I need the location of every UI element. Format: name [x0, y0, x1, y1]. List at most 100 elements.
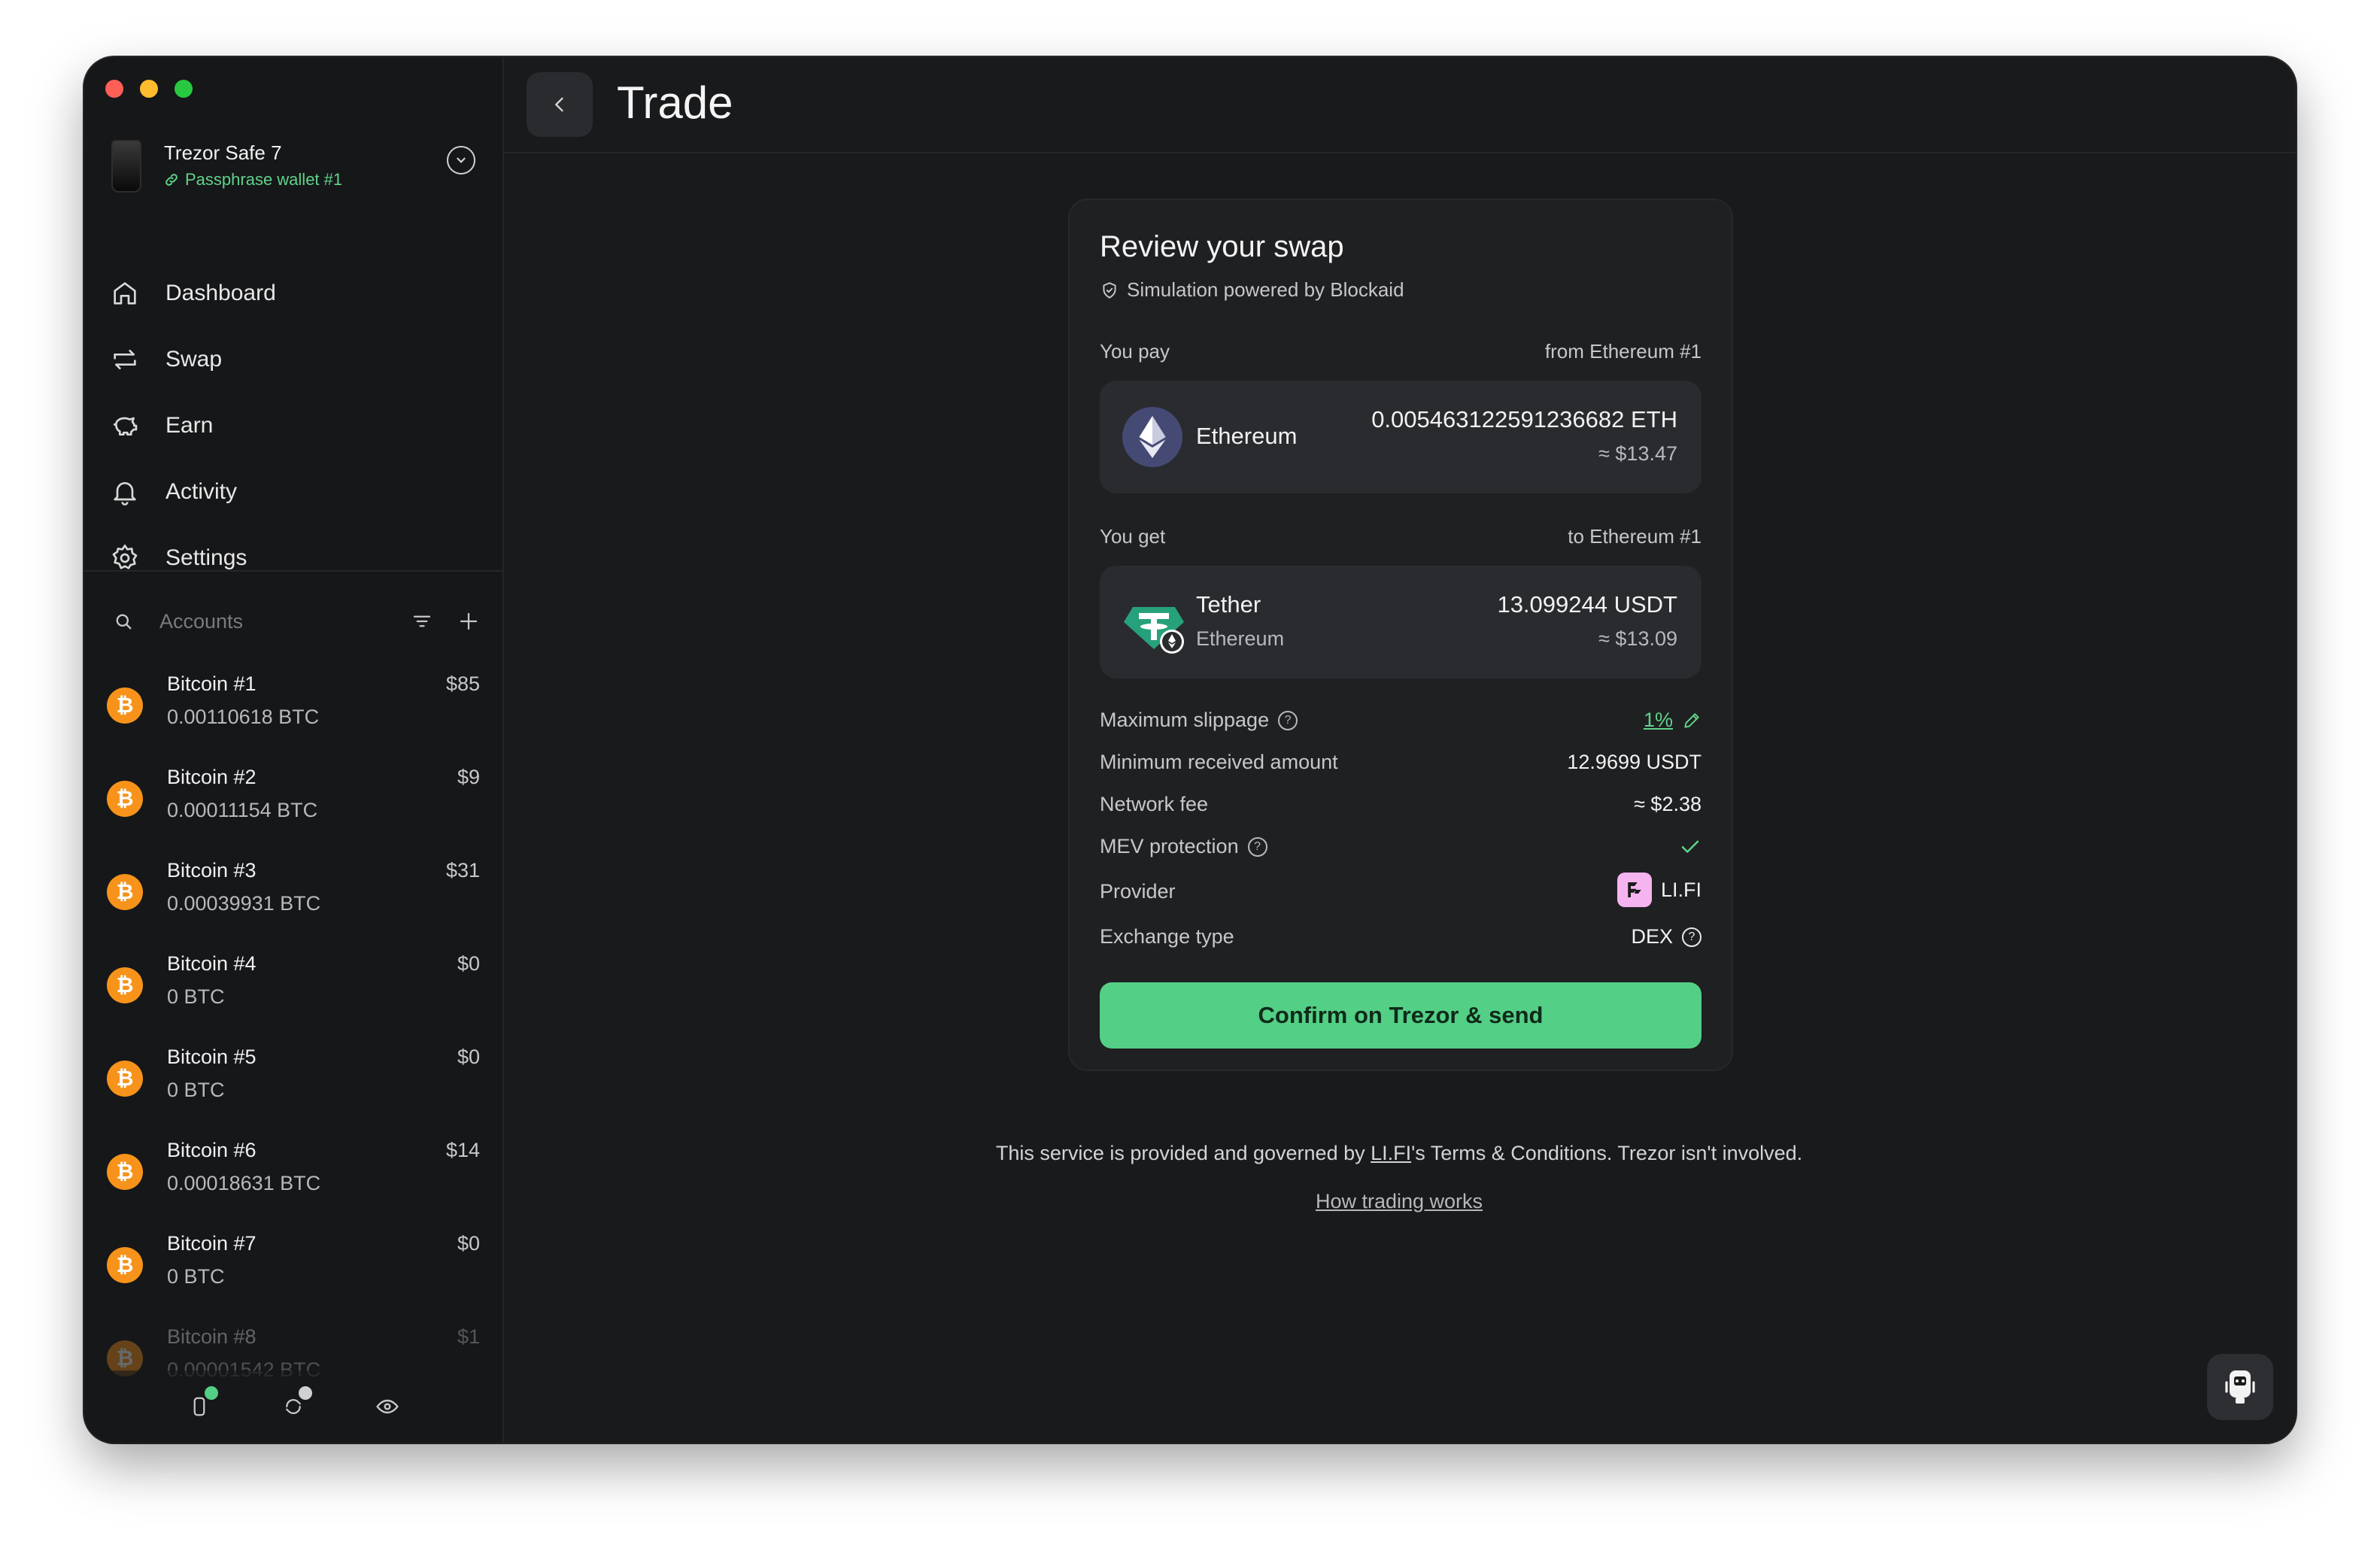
edit-icon[interactable] [1682, 711, 1702, 730]
account-fiat: $0 [457, 1232, 480, 1255]
how-trading-works-link[interactable]: How trading works [1316, 1190, 1483, 1213]
terms-suffix: 's Terms & Conditions. Trezor isn't invo… [1411, 1142, 1803, 1164]
account-item[interactable]: ₿ Bitcoin #1 0.00110618 BTC $85 [107, 659, 480, 752]
account-balance: 0.00011154 BTC [167, 799, 318, 821]
account-balance: 0.00110618 BTC [167, 706, 320, 728]
bell-icon [114, 482, 136, 505]
account-item[interactable]: ₿ Bitcoin #2 0.00011154 BTC $9 [107, 752, 480, 845]
nav-earn-label: Earn [165, 413, 214, 438]
account-name: Bitcoin #2 [167, 766, 257, 788]
network-fee-value: ≈ $2.38 [1634, 793, 1702, 815]
window-controls [105, 80, 193, 98]
account-fiat: $85 [445, 672, 480, 695]
get-asset-name: Tether [1196, 591, 1261, 618]
max-slippage-label: Maximum slippage ? [1100, 709, 1298, 732]
accounts-list: ₿ Bitcoin #1 0.00110618 BTC $85 ₿ Bitcoi… [107, 659, 480, 1405]
accounts-label: Accounts [159, 609, 244, 633]
accounts-header: Accounts [113, 599, 480, 644]
account-fiat: $0 [457, 952, 480, 975]
bitcoin-icon: ₿ [107, 874, 143, 910]
wallet-name: Passphrase wallet #1 [185, 170, 343, 189]
pay-amount: 0.005463122591236682 ETH [1371, 406, 1677, 432]
nav-swap[interactable]: Swap [110, 326, 487, 393]
account-name: Bitcoin #1 [167, 672, 257, 695]
device-image [111, 140, 141, 193]
bitcoin-icon: ₿ [107, 687, 143, 724]
mev-protection-value [1679, 835, 1702, 857]
pay-from-account: from Ethereum #1 [1544, 340, 1702, 363]
device-selector[interactable]: Trezor Safe 7 Passphrase wallet #1 [111, 138, 475, 199]
exchange-type-text: DEX [1631, 925, 1673, 948]
nav-dashboard-label: Dashboard [165, 281, 276, 305]
help-icon[interactable]: ? [1682, 927, 1702, 947]
eye-icon[interactable] [372, 1392, 402, 1422]
swap-icon [114, 350, 136, 369]
sidebar-divider [84, 570, 502, 572]
account-name: Bitcoin #3 [167, 859, 257, 882]
account-fiat: $0 [457, 1046, 480, 1068]
provider-label: Provider [1100, 880, 1176, 903]
confirm-send-button[interactable]: Confirm on Trezor & send [1100, 982, 1702, 1049]
back-button[interactable] [527, 72, 593, 137]
account-item[interactable]: ₿ Bitcoin #4 0 BTC $0 [107, 939, 480, 1032]
account-balance: 0 BTC [167, 1079, 225, 1101]
nav-dashboard[interactable]: Dashboard [110, 260, 487, 326]
device-status-icon[interactable] [184, 1384, 220, 1422]
piggy-bank-icon [114, 417, 138, 436]
tether-icon [1122, 592, 1184, 654]
chevron-down-icon[interactable] [447, 146, 475, 175]
gear-icon [112, 545, 138, 569]
nav-earn[interactable]: Earn [110, 393, 487, 459]
account-fiat: $1 [457, 1325, 480, 1348]
wallet-label: Passphrase wallet #1 [164, 170, 342, 190]
review-title: Review your swap [1100, 230, 1344, 263]
provider-terms-link[interactable]: LI.FI [1371, 1142, 1411, 1164]
close-window-button[interactable] [105, 80, 123, 98]
sidebar-status-bar [84, 1370, 502, 1443]
account-balance: 0.00018631 BTC [167, 1172, 321, 1194]
simulation-text: Simulation powered by Blockaid [1127, 278, 1404, 301]
slippage-value[interactable]: 1% [1644, 709, 1673, 732]
get-asset-network: Ethereum [1196, 627, 1285, 650]
bitcoin-icon: ₿ [107, 1154, 143, 1190]
account-balance: 0 BTC [167, 985, 225, 1008]
app-window: Trezor Safe 7 Passphrase wallet #1 Dashb… [84, 57, 2296, 1443]
account-fiat: $14 [445, 1139, 480, 1161]
search-icon[interactable] [113, 611, 134, 632]
device-name: Trezor Safe 7 [164, 141, 282, 164]
provider-name: LI.FI [1660, 878, 1702, 901]
lifi-logo-icon [1617, 873, 1652, 907]
nav-activity[interactable]: Activity [110, 459, 487, 525]
bitcoin-icon: ₿ [107, 967, 143, 1003]
support-button[interactable] [2207, 1354, 2273, 1420]
account-item[interactable]: ₿ Bitcoin #6 0.00018631 BTC $14 [107, 1125, 480, 1219]
account-balance: 0 BTC [167, 1265, 225, 1288]
pay-asset-name: Ethereum [1196, 423, 1298, 449]
bitcoin-icon: ₿ [107, 781, 143, 817]
bitcoin-icon: ₿ [107, 1061, 143, 1097]
account-balance: 0.00039931 BTC [167, 892, 321, 915]
account-item[interactable]: ₿ Bitcoin #3 0.00039931 BTC $31 [107, 845, 480, 939]
mev-protection-label: MEV protection ? [1100, 835, 1267, 858]
terms-notice: This service is provided and governed by… [502, 1142, 2296, 1165]
help-icon[interactable]: ? [1278, 710, 1298, 730]
terms-prefix: This service is provided and governed by [995, 1142, 1371, 1164]
max-slippage-value[interactable]: 1% [1644, 709, 1702, 732]
ethereum-icon [1122, 407, 1182, 467]
filter-icon[interactable] [411, 610, 433, 633]
exchange-type-label: Exchange type [1100, 925, 1234, 948]
shield-check-icon [1103, 281, 1116, 299]
how-trading-works: How trading works [502, 1190, 2296, 1213]
account-item[interactable]: ₿ Bitcoin #5 0 BTC $0 [107, 1032, 480, 1125]
minimize-window-button[interactable] [140, 80, 158, 98]
zoom-window-button[interactable] [175, 80, 193, 98]
account-fiat: $9 [457, 766, 480, 788]
account-name: Bitcoin #5 [167, 1046, 257, 1068]
sync-icon[interactable] [278, 1384, 314, 1422]
add-account-icon[interactable] [457, 610, 480, 633]
nav-settings[interactable]: Settings [110, 525, 487, 591]
help-icon[interactable]: ? [1247, 836, 1267, 857]
pay-asset-box: Ethereum 0.005463122591236682 ETH ≈ $13.… [1100, 381, 1702, 493]
account-item[interactable]: ₿ Bitcoin #7 0 BTC $0 [107, 1219, 480, 1312]
account-name: Bitcoin #7 [167, 1232, 257, 1255]
